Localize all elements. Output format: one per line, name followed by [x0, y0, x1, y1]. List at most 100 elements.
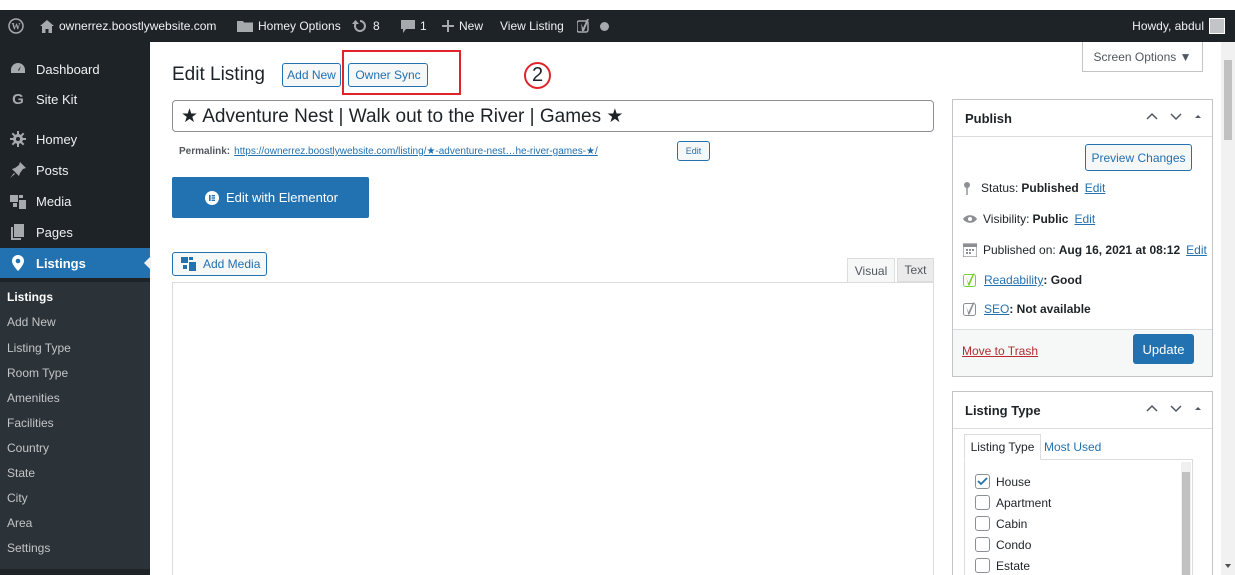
submenu-item-add-new[interactable]: Add New [7, 315, 56, 329]
tab-most-used[interactable]: Most Used [1044, 440, 1101, 454]
user-account-menu[interactable]: Howdy, abdul [1132, 10, 1225, 42]
sidebar-item-site-kit[interactable]: G Site Kit [0, 84, 150, 114]
checkbox-row-cabin[interactable]: Cabin [975, 516, 1027, 531]
update-button[interactable]: Update [1133, 334, 1194, 364]
refresh-icon [352, 20, 366, 32]
publish-box: Publish Preview Changes Status: Publishe… [952, 99, 1213, 377]
sidebar-item-posts[interactable]: Posts [0, 155, 150, 185]
cabin-checkbox[interactable] [975, 516, 990, 531]
screen-options-button[interactable]: Screen Options ▼ [1082, 42, 1203, 72]
checklist-scrollbar[interactable] [1181, 462, 1191, 575]
pages-icon [0, 224, 36, 240]
checkbox-row-estate[interactable]: Estate [975, 558, 1030, 573]
yoast-icon [577, 19, 589, 33]
edit-visibility-link[interactable]: Edit [1074, 212, 1095, 226]
site-name-link[interactable]: ownerrez.boostlywebsite.com [40, 10, 216, 42]
comments-link[interactable]: 1 [401, 10, 427, 42]
home-icon [40, 19, 54, 33]
collapse-triangle-icon[interactable] [1194, 404, 1202, 413]
folder-icon [237, 21, 253, 32]
house-checkbox[interactable] [975, 474, 990, 489]
tab-listing-type[interactable]: Listing Type [964, 434, 1041, 460]
edit-with-elementor-button[interactable]: Edit with Elementor [172, 177, 369, 218]
homey-options-link[interactable]: Homey Options [237, 10, 341, 42]
submenu-item-settings[interactable]: Settings [7, 541, 50, 555]
scroll-down-icon[interactable] [1225, 564, 1231, 568]
highlight-box [342, 50, 461, 95]
publish-actions: Move to Trash Update [953, 329, 1212, 376]
submenu-item-facilities[interactable]: Facilities [7, 416, 54, 430]
publish-box-controls [1146, 112, 1202, 121]
submenu-item-city[interactable]: City [7, 491, 28, 505]
add-new-button[interactable]: Add New [282, 63, 341, 87]
submenu-item-listings[interactable]: Listings [7, 290, 53, 304]
listing-type-checklist: House Apartment Cabin Condo Estate [964, 459, 1193, 575]
chevron-up-icon[interactable] [1146, 404, 1158, 413]
readability-link[interactable]: Readability [984, 273, 1043, 287]
condo-checkbox[interactable] [975, 537, 990, 552]
permalink-url[interactable]: https://ownerrez.boostlywebsite.com/list… [234, 146, 598, 157]
svg-text:W: W [12, 22, 21, 32]
sidebar-item-pages[interactable]: Pages [0, 217, 150, 247]
sidebar-item-media[interactable]: Media [0, 186, 150, 216]
wordpress-logo-icon[interactable]: W [8, 10, 24, 42]
comment-icon [401, 19, 415, 33]
pin-icon [964, 182, 970, 195]
listing-type-box: Listing Type Listing Type Most Used Hous… [952, 391, 1213, 575]
edit-date-link[interactable]: Edit [1186, 243, 1207, 257]
tab-text[interactable]: Text [897, 258, 934, 282]
post-title-input[interactable]: ★ Adventure Nest | Walk out to the River… [172, 100, 934, 132]
media-icon [181, 257, 196, 271]
listing-type-box-title: Listing Type [965, 403, 1041, 418]
checkbox-row-apartment[interactable]: Apartment [975, 495, 1051, 510]
edit-status-link[interactable]: Edit [1085, 181, 1106, 195]
apartment-checkbox[interactable] [975, 495, 990, 510]
submenu-item-area[interactable]: Area [7, 516, 32, 530]
published-on-row: Published on: Aug 16, 2021 at 08:12 Edit [963, 243, 1207, 257]
new-content-link[interactable]: New [442, 10, 483, 42]
scrollbar-thumb[interactable] [1182, 472, 1190, 575]
media-icon [0, 193, 36, 209]
content-editor-area[interactable] [172, 282, 934, 575]
preview-changes-button[interactable]: Preview Changes [1085, 144, 1192, 171]
active-indicator [144, 256, 151, 270]
permalink-label: Permalink: [179, 146, 231, 157]
sidebar-item-listings[interactable]: Listings [0, 248, 151, 278]
yoast-readability-icon [963, 273, 976, 287]
pushpin-icon [0, 162, 36, 178]
permalink-row: Permalink: https://ownerrez.boostlywebsi… [179, 146, 598, 157]
collapse-triangle-icon[interactable] [1194, 112, 1202, 121]
yoast-menu[interactable] [577, 10, 609, 42]
page-scrollbar-thumb[interactable] [1224, 60, 1232, 140]
submenu-item-country[interactable]: Country [7, 441, 49, 455]
elementor-icon [205, 190, 219, 205]
admin-bar: W ownerrez.boostlywebsite.com Homey Opti… [0, 10, 1235, 42]
submenu-item-amenities[interactable]: Amenities [7, 391, 60, 405]
readability-row: Readability: Good [963, 273, 1082, 287]
estate-checkbox[interactable] [975, 558, 990, 573]
add-media-button[interactable]: Add Media [172, 252, 267, 276]
chevron-down-icon[interactable] [1170, 404, 1182, 413]
view-listing-link[interactable]: View Listing [500, 10, 564, 42]
avatar [1209, 18, 1225, 34]
sidebar-item-dashboard[interactable]: Dashboard [0, 54, 150, 84]
page-scrollbar[interactable] [1221, 42, 1235, 575]
permalink-edit-button[interactable]: Edit [677, 141, 710, 161]
submenu-item-room-type[interactable]: Room Type [7, 366, 68, 380]
page-title: Edit Listing [172, 64, 265, 85]
seo-link[interactable]: SEO [984, 302, 1009, 316]
submenu-item-listing-type[interactable]: Listing Type [7, 341, 71, 355]
divider [953, 428, 1212, 429]
chevron-up-icon[interactable] [1146, 112, 1158, 121]
yoast-seo-icon [963, 302, 976, 316]
updates-link[interactable]: 8 [352, 10, 380, 42]
checkbox-row-condo[interactable]: Condo [975, 537, 1031, 552]
checkbox-row-house[interactable]: House [975, 474, 1031, 489]
submenu-item-state[interactable]: State [7, 466, 35, 480]
sidebar-item-homey[interactable]: Homey [0, 124, 150, 154]
move-to-trash-link[interactable]: Move to Trash [962, 344, 1038, 358]
seo-row: SEO: Not available [963, 302, 1091, 316]
chevron-down-icon[interactable] [1170, 112, 1182, 121]
site-name: ownerrez.boostlywebsite.com [59, 19, 217, 33]
tab-visual[interactable]: Visual [847, 258, 895, 283]
